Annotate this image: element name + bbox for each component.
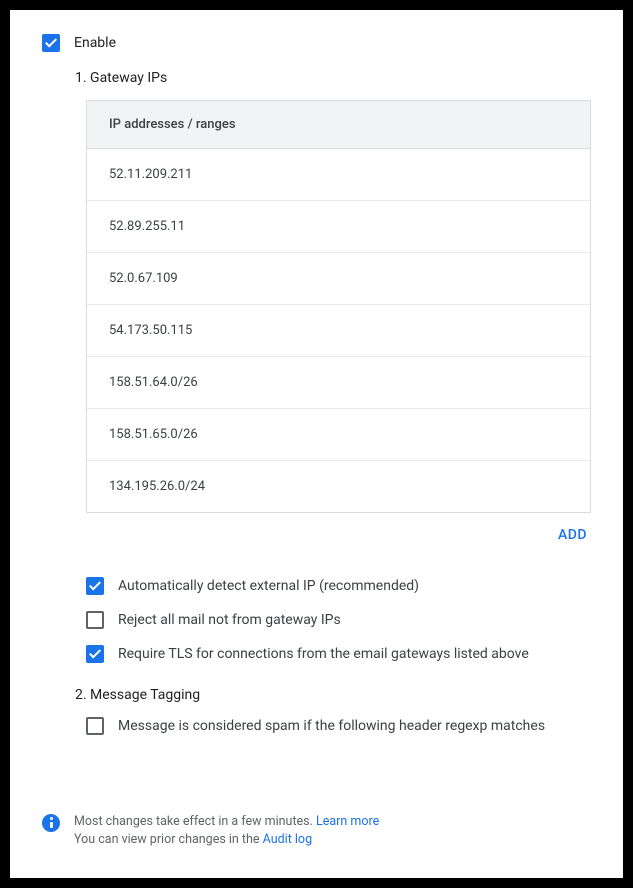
- tagging-section-title: 2. Message Tagging: [75, 687, 591, 703]
- tagging-options: Message is considered spam if the follow…: [86, 717, 591, 735]
- option-label: Reject all mail not from gateway IPs: [118, 612, 341, 628]
- option-label: Require TLS for connections from the ema…: [118, 646, 529, 662]
- ip-table-header: IP addresses / ranges: [87, 101, 590, 149]
- footer-note: Most changes take effect in a few minute…: [42, 813, 591, 851]
- option-require-tls: Require TLS for connections from the ema…: [86, 645, 591, 663]
- ip-table: IP addresses / ranges 52.11.209.211 52.8…: [86, 100, 591, 513]
- option-reject-non-gateway: Reject all mail not from gateway IPs: [86, 611, 591, 629]
- option-label: Automatically detect external IP (recomm…: [118, 578, 419, 594]
- footer-line1: Most changes take effect in a few minute…: [74, 814, 316, 829]
- learn-more-link[interactable]: Learn more: [316, 814, 379, 829]
- table-row[interactable]: 52.11.209.211: [87, 149, 590, 201]
- option-spam-regexp: Message is considered spam if the follow…: [86, 717, 591, 735]
- info-icon: [42, 814, 60, 832]
- enable-row: Enable: [42, 34, 591, 52]
- enable-checkbox[interactable]: [42, 34, 60, 52]
- option-auto-detect: Automatically detect external IP (recomm…: [86, 577, 591, 595]
- table-row[interactable]: 52.89.255.11: [87, 201, 590, 253]
- tls-checkbox[interactable]: [86, 645, 104, 663]
- table-row[interactable]: 134.195.26.0/24: [87, 461, 590, 512]
- table-row[interactable]: 54.173.50.115: [87, 305, 590, 357]
- enable-label: Enable: [74, 35, 116, 51]
- gateway-section-title: 1. Gateway IPs: [75, 70, 591, 86]
- spam-regexp-checkbox[interactable]: [86, 717, 104, 735]
- table-row[interactable]: 158.51.64.0/26: [87, 357, 590, 409]
- reject-checkbox[interactable]: [86, 611, 104, 629]
- footer-line2: You can view prior changes in the: [74, 832, 263, 847]
- add-row: ADD: [86, 521, 591, 549]
- footer-text: Most changes take effect in a few minute…: [74, 813, 379, 851]
- audit-log-link[interactable]: Audit log: [263, 832, 312, 847]
- settings-card: Enable 1. Gateway IPs IP addresses / ran…: [10, 10, 623, 878]
- auto-detect-checkbox[interactable]: [86, 577, 104, 595]
- gateway-options: Automatically detect external IP (recomm…: [86, 577, 591, 663]
- option-label: Message is considered spam if the follow…: [118, 718, 545, 734]
- table-row[interactable]: 158.51.65.0/26: [87, 409, 590, 461]
- table-row[interactable]: 52.0.67.109: [87, 253, 590, 305]
- add-button[interactable]: ADD: [554, 521, 591, 549]
